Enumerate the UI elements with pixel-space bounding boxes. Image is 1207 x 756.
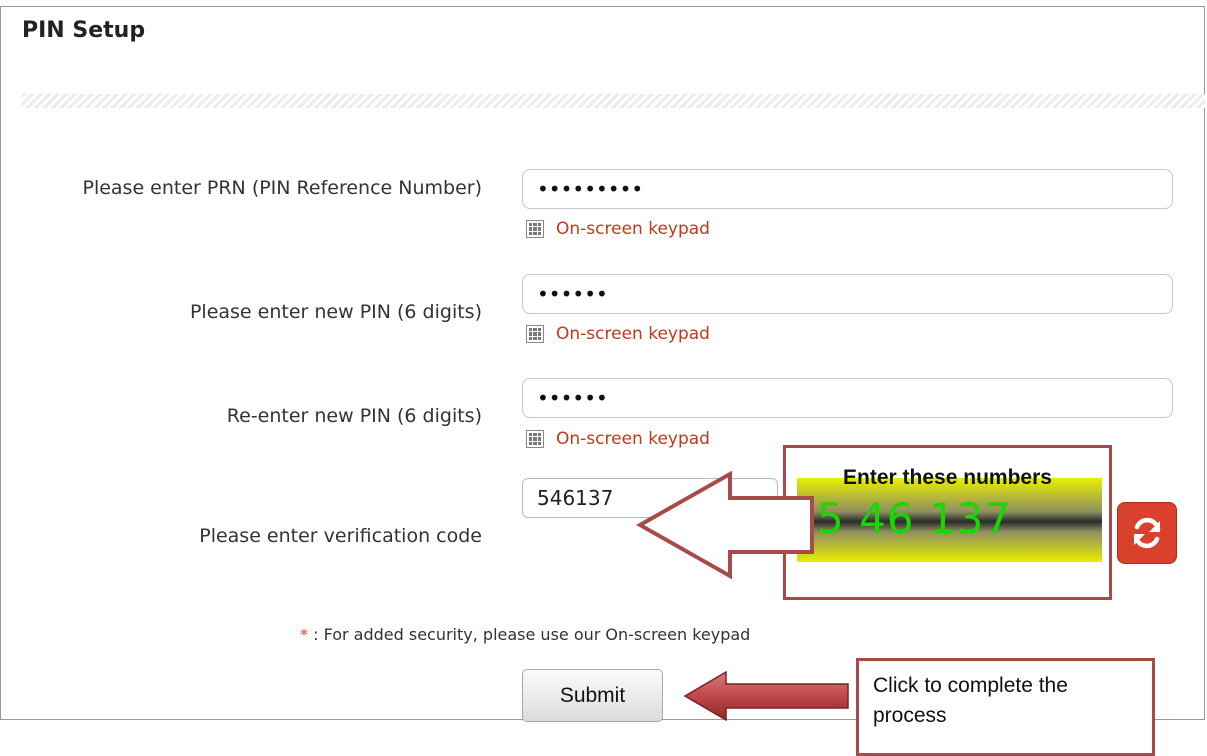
submit-button[interactable]: Submit [522, 669, 663, 722]
keypad-icon [526, 430, 544, 448]
prn-label: Please enter PRN (PIN Reference Number) [82, 177, 482, 199]
submit-callout: Click to complete the process [856, 658, 1155, 756]
pin-setup-panel [0, 6, 1205, 720]
keypad-icon [526, 325, 544, 343]
new-pin-keypad-link[interactable]: On-screen keypad [526, 324, 710, 344]
prn-input[interactable] [522, 169, 1173, 209]
refresh-captcha-button[interactable] [1117, 502, 1177, 564]
refresh-icon [1133, 517, 1161, 549]
keypad-link-label: On-screen keypad [556, 429, 710, 449]
security-note: * : For added security, please use our O… [300, 625, 750, 644]
verification-label: Please enter verification code [199, 525, 482, 547]
keypad-icon [526, 220, 544, 238]
keypad-link-label: On-screen keypad [556, 324, 710, 344]
new-pin-label: Please enter new PIN (6 digits) [189, 301, 482, 323]
confirm-pin-keypad-link[interactable]: On-screen keypad [526, 429, 710, 449]
security-note-text: : For added security, please use our On-… [308, 625, 751, 644]
keypad-link-label: On-screen keypad [556, 219, 710, 239]
required-star: * [300, 625, 308, 644]
confirm-pin-label: Re-enter new PIN (6 digits) [226, 405, 482, 427]
title-divider [22, 94, 1205, 108]
left-arrow-icon [636, 470, 814, 580]
new-pin-input[interactable] [522, 274, 1173, 314]
left-arrow-icon [683, 670, 849, 722]
page-title: PIN Setup [22, 18, 146, 43]
prn-keypad-link[interactable]: On-screen keypad [526, 219, 710, 239]
confirm-pin-input[interactable] [522, 378, 1173, 418]
captcha-callout-text: Enter these numbers [843, 466, 1052, 489]
